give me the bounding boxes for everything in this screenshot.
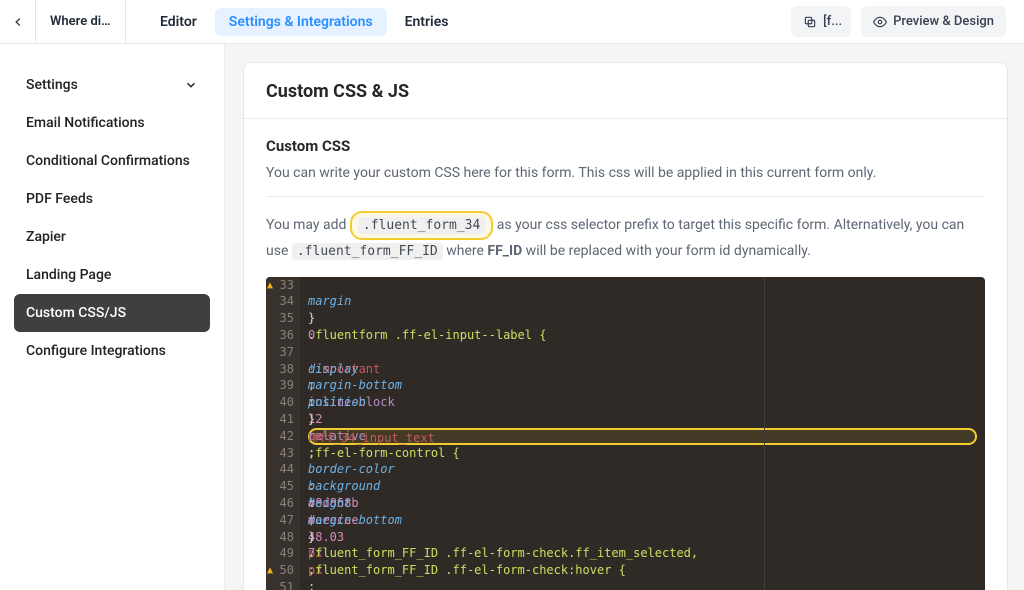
sidebar-item-label: Zapier (26, 229, 66, 245)
ffid-strong: FF_ID (487, 243, 522, 259)
copy-id-button[interactable]: [f... (791, 6, 851, 37)
sidebar-item-label: PDF Feeds (26, 191, 93, 207)
sidebar-item-label: Landing Page (26, 267, 111, 283)
editor-code[interactable]: margin: 0 !important; } .fluentform .ff-… (300, 277, 985, 590)
sidebar-item-label: Settings (26, 77, 78, 93)
sidebar-item-conditional[interactable]: Conditional Confirmations (14, 142, 210, 180)
sidebar-item-landing[interactable]: Landing Page (14, 256, 210, 294)
selector-main: .fluent_form_34 (358, 217, 485, 234)
sidebar-item-label: Email Notifications (26, 115, 145, 131)
custom-css-card: Custom CSS & JS Custom CSS You can write… (243, 62, 1008, 590)
selector-alt: .fluent_form_FF_ID (292, 243, 443, 260)
css-section-heading: Custom CSS (266, 137, 985, 155)
sidebar-item-label: Conditional Confirmations (26, 153, 190, 169)
css-section-desc: You can write your custom CSS here for t… (266, 163, 985, 184)
preview-button[interactable]: Preview & Design (861, 6, 1006, 37)
sidebar-item-pdf[interactable]: PDF Feeds (14, 180, 210, 218)
top-bar-right: [f... Preview & Design (791, 6, 1006, 37)
content-area: Custom CSS & JS Custom CSS You can write… (225, 44, 1024, 590)
chevron-down-icon (184, 78, 198, 92)
chevron-left-icon (11, 15, 25, 29)
tab-entries[interactable]: Entries (391, 8, 463, 36)
section-divider (266, 196, 985, 197)
top-tabs: Editor Settings & Integrations Entries (126, 8, 462, 36)
sidebar-item-settings[interactable]: Settings (14, 66, 210, 104)
form-title[interactable]: Where did ... (36, 0, 126, 43)
preview-label: Preview & Design (893, 14, 994, 29)
sidebar-item-email[interactable]: Email Notifications (14, 104, 210, 142)
card-title: Custom CSS & JS (244, 63, 1007, 119)
back-button[interactable] (0, 0, 36, 43)
css-code-editor[interactable]: ▲33343536 373839404142 434445464748▲49 5… (266, 277, 985, 590)
sidebar-item-zapier[interactable]: Zapier (14, 218, 210, 256)
eye-icon (873, 15, 887, 29)
copy-icon (803, 15, 817, 29)
sidebar-item-integrations[interactable]: Configure Integrations (14, 332, 210, 370)
tab-editor[interactable]: Editor (146, 8, 211, 36)
sidebar-item-label: Custom CSS/JS (26, 305, 126, 321)
editor-ruler (764, 277, 765, 590)
sidebar-item-label: Configure Integrations (26, 343, 166, 359)
top-bar: Where did ... Editor Settings & Integrat… (0, 0, 1024, 44)
css-selector-info: You may add .fluent_form_34 as your css … (266, 211, 985, 263)
editor-gutter: ▲33343536 373839404142 434445464748▲49 5… (266, 277, 300, 590)
tab-settings[interactable]: Settings & Integrations (215, 8, 387, 36)
sidebar-item-css[interactable]: Custom CSS/JS (14, 294, 210, 332)
side-nav: Settings Email Notifications Conditional… (0, 44, 225, 590)
top-bar-left: Where did ... Editor Settings & Integrat… (0, 0, 462, 43)
copy-id-label: [f... (823, 14, 842, 29)
